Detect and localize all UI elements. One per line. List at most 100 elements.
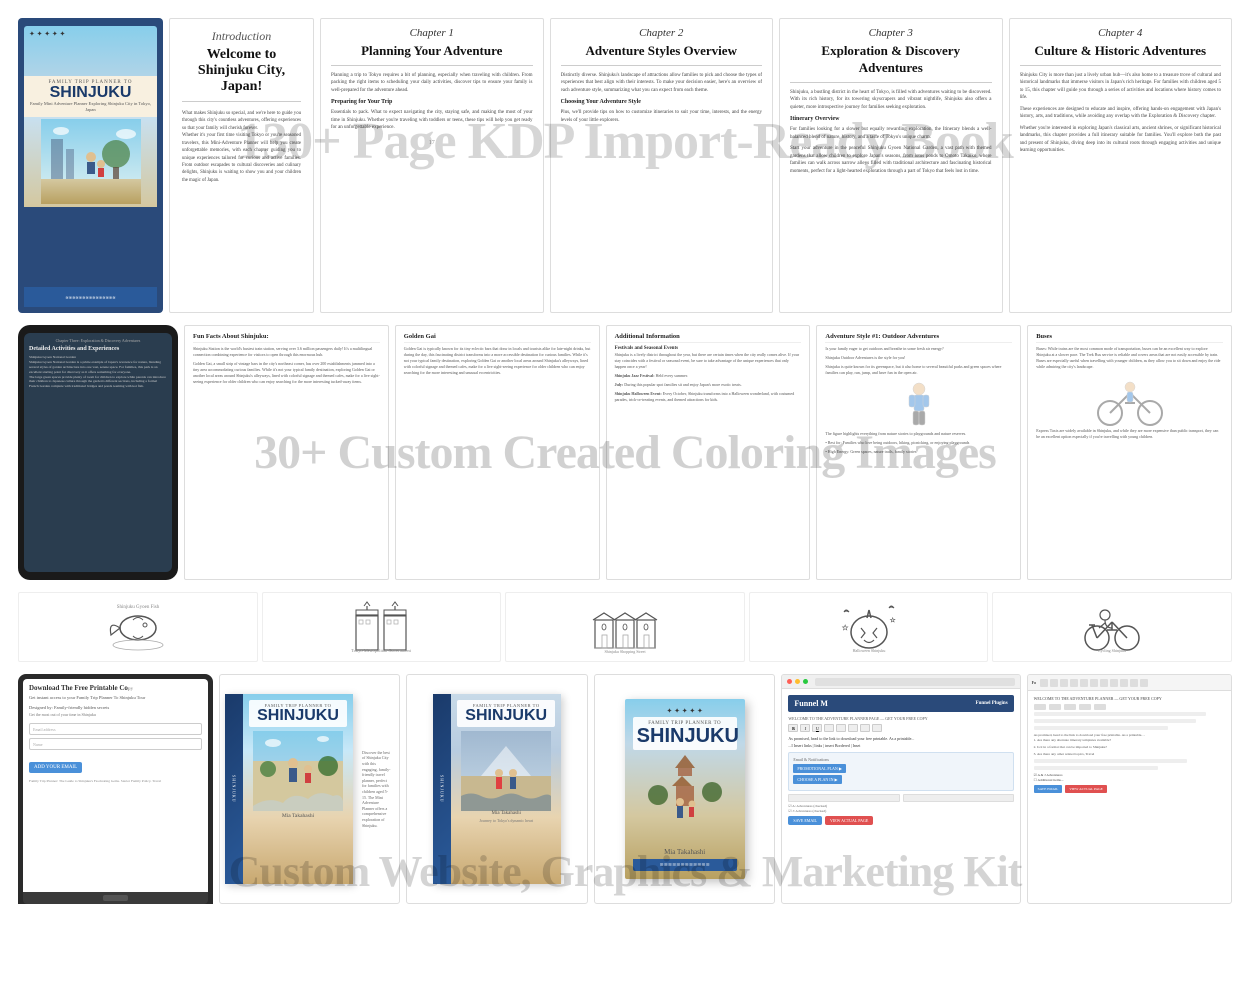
coloring-row: Shinjuku Gyoen Fish Tokyo Metropolita xyxy=(18,592,1232,662)
intro-title: Welcome to Shinjuku City, Japan! xyxy=(182,47,301,102)
middle-page-1: Fun Facts About Shinjuku: Shinjuku Stati… xyxy=(184,325,389,580)
laptop-header: Download The Free Printable Copy xyxy=(29,684,202,692)
browser-dot-close xyxy=(787,679,792,684)
chapter2-page: Chapter 2 Adventure Styles Overview Dist… xyxy=(550,18,774,313)
svg-text:Halloween Shinjuku: Halloween Shinjuku xyxy=(852,648,885,653)
website-content: Funnel M Funnel Plugins WELCOME TO THE A… xyxy=(782,689,1019,831)
funnel-header: Funnel M Funnel Plugins xyxy=(788,695,1013,712)
laptop-trackpad xyxy=(103,895,128,901)
editor-toolbar-row: Fo xyxy=(1028,675,1231,691)
laptop-screen: Download The Free Printable Copy Get ins… xyxy=(23,679,208,892)
svg-text:★: ★ xyxy=(842,624,848,632)
introduction-page: Introduction Welcome to Shinjuku City, J… xyxy=(169,18,314,313)
browser-dot-max xyxy=(803,679,808,684)
coloring-temple: Tokyo Metropolitan Government xyxy=(262,592,502,662)
laptop-cta-button[interactable]: ADD YOUR EMAIL xyxy=(29,762,82,773)
mid-page-4-body: Is your family eager to get outdoors and… xyxy=(825,346,1012,455)
laptop-device: Download The Free Printable Copy Get ins… xyxy=(18,674,213,904)
svg-text:★: ★ xyxy=(890,617,895,624)
top-row: ✦ ✦ ✦ ✦ ✦ FAMILY TRIP PLANNER TO SHINJUK… xyxy=(18,18,1232,313)
intro-label: Introduction xyxy=(182,29,301,44)
main-container: 130+ Page KDP Import-Ready Book ✦ ✦ ✦ ✦ … xyxy=(0,0,1250,1000)
laptop-subtext: Get instant access to your Family Trip P… xyxy=(29,695,202,701)
cover-subtitle-text: Family Mini Adventure Planner Exploring … xyxy=(29,101,152,113)
book2-illustration xyxy=(461,731,551,811)
chapter1-page-number: 17 xyxy=(331,140,533,146)
mid-page-5-title: Buses xyxy=(1036,333,1223,343)
intro-body: What makes Shinjuku so special, and we'r… xyxy=(182,110,301,184)
book1-description: Discover the best of Shinjuku City with … xyxy=(358,746,394,832)
tablet-chapter-label: Chapter Three: Exploration & Discovery A… xyxy=(29,338,167,343)
chapter3-title: Exploration & Discovery Adventures xyxy=(790,43,992,83)
middle-page-2: Golden Gai Golden Gai is typically known… xyxy=(395,325,600,580)
mid-page-3-body: Shinjuku is a lively district throughout… xyxy=(615,352,802,403)
book3-front: ✦ ✦ ✦ ✦ ✦ FAMILY TRIP PLANNER TO SHINJUK… xyxy=(625,699,745,879)
book3-illustration xyxy=(640,750,730,825)
laptop-form: Email address Name ADD YOUR EMAIL xyxy=(29,723,202,773)
middle-page-5: Buses Buses: While trains are the most c… xyxy=(1027,325,1232,580)
chapter2-number: Chapter 2 xyxy=(561,27,763,39)
chapter1-body: Planning a trip to Tokyo requires a bit … xyxy=(331,72,533,136)
editor-save-btn[interactable]: SAVE EMAIL xyxy=(1034,785,1063,793)
book-mockup-1: SHINJUKU FAMILY TRIP PLANNER TO SHINJUKU xyxy=(219,674,400,904)
book-mockup-2: SHINJUKU FAMILY TRIP PLANNER TO SHINJUKU xyxy=(406,674,587,904)
mid-page-2-body: Golden Gai is typically known for its ti… xyxy=(404,346,591,376)
coloring-koi: Shinjuku Gyoen Fish xyxy=(18,592,258,662)
tablet-screen: Chapter Three: Exploration & Discovery A… xyxy=(24,333,172,572)
chapter4-body: Shinjuku City is more than just a lively… xyxy=(1020,72,1222,159)
view-actual-page-button[interactable]: VIEW ACTUAL PAGE xyxy=(825,816,873,825)
editor-mockup: Fo WELCOME TO THE ADVENTURE PLANNER — GE… xyxy=(1027,674,1232,904)
book-cover: ✦ ✦ ✦ ✦ ✦ FAMILY TRIP PLANNER TO SHINJUK… xyxy=(18,18,163,313)
mid-page-2-title: Golden Gai xyxy=(404,333,591,343)
middle-page-3: Additional Information Festivals and Sea… xyxy=(606,325,811,580)
book1-illustration xyxy=(253,731,343,811)
editor-view-btn[interactable]: VIEW ACTUAL PAGE xyxy=(1065,785,1107,793)
funnel-email-cta[interactable]: PROMOTIONAL PLAN ▶ xyxy=(793,764,845,773)
middle-row: 30+ Custom Created Coloring Images Chapt… xyxy=(18,325,1232,580)
laptop-footer xyxy=(23,892,208,904)
coloring-cyclist: Cycling Shinjuku xyxy=(992,592,1232,662)
mid-page-1-body: Shinjuku Station is the world's busiest … xyxy=(193,346,380,385)
row1-container: 130+ Page KDP Import-Ready Book ✦ ✦ ✦ ✦ … xyxy=(18,18,1232,313)
bottom-section: Custom Website, Graphics & Marketing Kit… xyxy=(18,674,1232,904)
chapter1-title: Planning Your Adventure xyxy=(331,43,533,66)
chapter1-number: Chapter 1 xyxy=(331,27,533,39)
cover-title-area: FAMILY TRIP PLANNER TO SHINJUKU Family M… xyxy=(24,76,157,117)
middle-page-4: Adventure Style #1: Outdoor Adventures I… xyxy=(816,325,1021,580)
book-mockup-3: ✦ ✦ ✦ ✦ ✦ FAMILY TRIP PLANNER TO SHINJUK… xyxy=(594,674,775,904)
chapter3-number: Chapter 3 xyxy=(790,27,992,39)
svg-text:Shinjuku Shopping Street: Shinjuku Shopping Street xyxy=(604,649,646,654)
cover-image-area xyxy=(24,117,157,207)
mid-page-5-body: Buses: While trains are the most common … xyxy=(1036,346,1223,440)
coloring-shops: Shinjuku Shopping Street xyxy=(505,592,745,662)
browser-bar xyxy=(782,675,1019,689)
url-bar xyxy=(815,678,1014,686)
editor-body: WELCOME TO THE ADVENTURE PLANNER — GET Y… xyxy=(1028,691,1231,798)
mid-page-4-title: Adventure Style #1: Outdoor Adventures xyxy=(825,333,1012,343)
website-mockup: Funnel M Funnel Plugins WELCOME TO THE A… xyxy=(781,674,1020,904)
svg-text:Shinjuku Gyoen Fish: Shinjuku Gyoen Fish xyxy=(117,605,160,610)
cover-birds: ✦ ✦ ✦ ✦ ✦ xyxy=(29,30,65,38)
chapter2-title: Adventure Styles Overview xyxy=(561,43,763,66)
tablet-device: Chapter Three: Exploration & Discovery A… xyxy=(18,325,178,580)
cover-wave-decoration: ≋≋≋≋≋≋≋≋≋≋≋≋≋≋≋ xyxy=(24,287,157,307)
chapter2-body: Distinctly diverse. Shinjuku's landscape… xyxy=(561,72,763,129)
save-email-button[interactable]: SAVE EMAIL xyxy=(788,816,822,825)
funnel-plan-btn[interactable]: CHOOSE A PLAN IN ▶ xyxy=(793,775,841,784)
mid-page-1-title: Fun Facts About Shinjuku: xyxy=(193,333,380,343)
tablet-text: Shinjuku Gyoen National Garden Shinjuku … xyxy=(29,355,167,389)
chapter4-page: Chapter 4 Culture & Historic Adventures … xyxy=(1009,18,1233,313)
chapter3-page: Chapter 3 Exploration & Discovery Advent… xyxy=(779,18,1003,313)
cover-illustration xyxy=(41,119,141,204)
bottom-inner-row: Download The Free Printable Copy Get ins… xyxy=(18,674,1232,904)
editor-toolbar: B I U xyxy=(788,724,1013,732)
cover-shinjuku-title: SHINJUKU xyxy=(29,85,152,101)
chapter1-page: Chapter 1 Planning Your Adventure Planni… xyxy=(320,18,544,313)
chapter4-number: Chapter 4 xyxy=(1020,27,1222,39)
browser-dot-min xyxy=(795,679,800,684)
chapter3-body: Shinjuku, a bustling district in the hea… xyxy=(790,89,992,180)
svg-text:Tokyo Metropolitan Government: Tokyo Metropolitan Government xyxy=(352,648,412,653)
cover-sky: ✦ ✦ ✦ ✦ ✦ xyxy=(24,26,157,76)
mid-page-3-title: Additional Information xyxy=(615,333,802,343)
coloring-halloween: ★ ★ Halloween Shinjuku xyxy=(749,592,989,662)
